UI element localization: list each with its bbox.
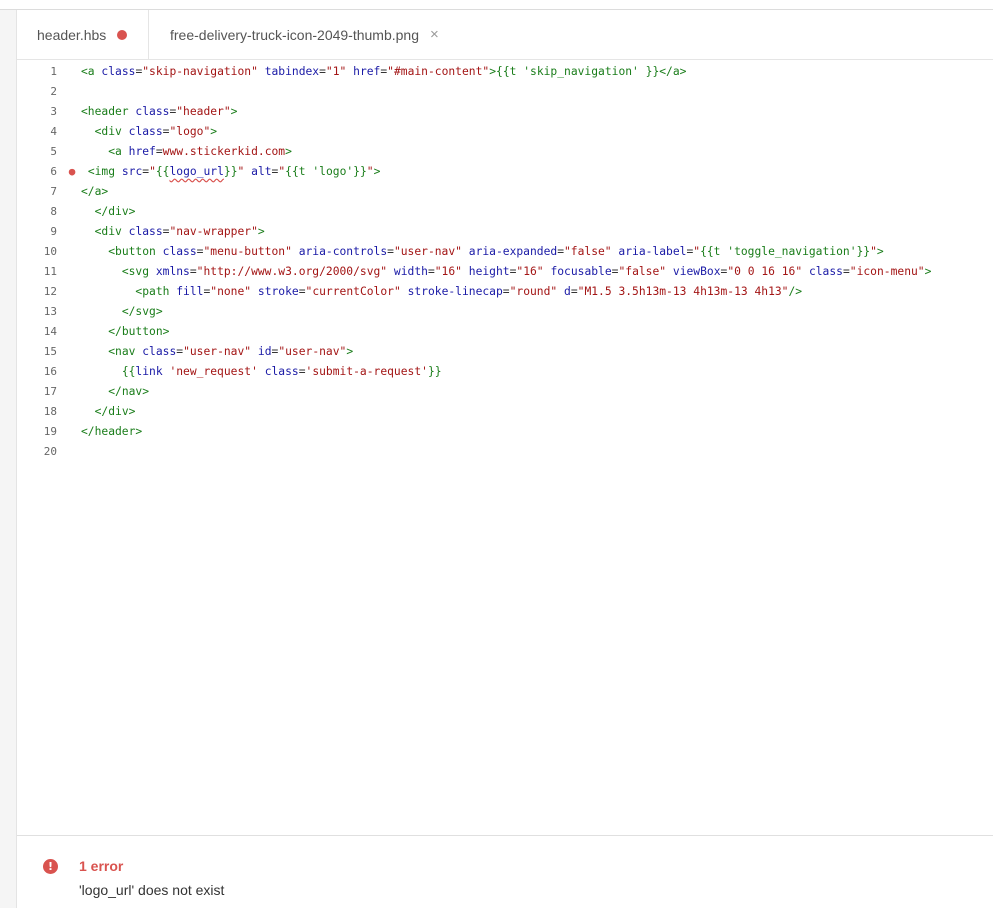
code-line[interactable]: 6 ● <img src="{{logo_url}}" alt="{{t 'log… (17, 162, 993, 182)
line-number: 6 (50, 165, 57, 178)
code-line[interactable]: 18 </div> (17, 402, 993, 422)
code-line[interactable]: 12 <path fill="none" stroke="currentColo… (17, 282, 993, 302)
line-content: <div class="logo"> (94, 125, 218, 138)
line-content: </nav> (108, 385, 150, 398)
line-number: 14 (43, 325, 57, 338)
line-content: <svg xmlns="http://www.w3.org/2000/svg" … (121, 265, 932, 278)
line-content: <path fill="none" stroke="currentColor" … (135, 285, 803, 298)
code-line[interactable]: 17 </nav> (17, 382, 993, 402)
problems-panel: ! 1 error 'logo_url' does not exist (17, 835, 993, 909)
code-line[interactable]: 13 </svg> (17, 302, 993, 322)
code-line[interactable]: 15 <nav class="user-nav" id="user-nav"> (17, 342, 993, 362)
line-number: 16 (43, 365, 57, 378)
line-number: 15 (43, 345, 57, 358)
code-line[interactable]: 10 <button class="menu-button" aria-cont… (17, 242, 993, 262)
line-content: </button> (108, 325, 170, 338)
tab-label: header.hbs (37, 26, 107, 43)
line-number: 17 (43, 385, 57, 398)
error-marker-icon[interactable]: ● (67, 162, 77, 182)
code-line[interactable]: 20 (17, 442, 993, 462)
error-message[interactable]: 'logo_url' does not exist (79, 882, 224, 898)
line-number: 20 (43, 445, 57, 458)
line-number: 12 (43, 285, 57, 298)
line-number: 11 (43, 265, 57, 278)
line-content: </header> (81, 425, 143, 438)
line-content: <a href=www.stickerkid.com> (108, 145, 292, 158)
code-line[interactable]: 4 <div class="logo"> (17, 122, 993, 142)
tab-header-hbs[interactable]: header.hbs (17, 10, 149, 59)
editor-pane: header.hbs free-delivery-truck-icon-2049… (17, 10, 993, 909)
line-number: 13 (43, 305, 57, 318)
code-line[interactable]: 14 </button> (17, 322, 993, 342)
line-content: </div> (94, 205, 136, 218)
unsaved-dot-icon (117, 29, 128, 40)
line-content: </a> (81, 185, 109, 198)
code-line[interactable]: 2 (17, 82, 993, 102)
line-number: 19 (43, 425, 57, 438)
line-number: 8 (50, 205, 57, 218)
line-content: <img src="{{logo_url}}" alt="{{t 'logo'}… (87, 165, 381, 178)
code-area[interactable]: 1 <a class="skip-navigation" tabindex="1"… (17, 62, 993, 462)
code-line[interactable]: 19 </header> (17, 422, 993, 442)
error-count: 1 error (79, 858, 124, 874)
line-number: 9 (50, 225, 57, 238)
tab-bar: header.hbs free-delivery-truck-icon-2049… (17, 10, 993, 60)
line-content: <button class="menu-button" aria-control… (108, 245, 884, 258)
line-number: 7 (50, 185, 57, 198)
code-line[interactable]: 1 <a class="skip-navigation" tabindex="1"… (17, 62, 993, 82)
left-sidebar-gutter (0, 10, 17, 908)
line-number: 10 (43, 245, 57, 258)
line-number: 5 (50, 145, 57, 158)
line-content: </div> (94, 405, 136, 418)
tab-label: free-delivery-truck-icon-2049-thumb.png (170, 26, 419, 43)
error-icon: ! (43, 859, 58, 874)
line-content: <nav class="user-nav" id="user-nav"> (108, 345, 354, 358)
code-line[interactable]: 16 {{link 'new_request' class='submit-a-… (17, 362, 993, 382)
close-icon[interactable]: × (430, 27, 439, 42)
line-content: </svg> (121, 305, 163, 318)
code-line[interactable]: 7 </a> (17, 182, 993, 202)
line-content: {{link 'new_request' class='submit-a-req… (121, 365, 442, 378)
line-number: 4 (50, 125, 57, 138)
line-number: 18 (43, 405, 57, 418)
line-number: 1 (50, 65, 57, 78)
line-number: 2 (50, 85, 57, 98)
tab-truck-icon-png[interactable]: free-delivery-truck-icon-2049-thumb.png … (150, 10, 439, 59)
line-content: <a class="skip-navigation" tabindex="1" … (81, 65, 687, 78)
line-number: 3 (50, 105, 57, 118)
code-line[interactable]: 9 <div class="nav-wrapper"> (17, 222, 993, 242)
code-line[interactable]: 5 <a href=www.stickerkid.com> (17, 142, 993, 162)
code-line[interactable]: 11 <svg xmlns="http://www.w3.org/2000/sv… (17, 262, 993, 282)
code-line[interactable]: 3 <header class="header"> (17, 102, 993, 122)
line-content: <div class="nav-wrapper"> (94, 225, 265, 238)
top-bar (0, 0, 993, 10)
line-content: <header class="header"> (81, 105, 238, 118)
code-line[interactable]: 8 </div> (17, 202, 993, 222)
